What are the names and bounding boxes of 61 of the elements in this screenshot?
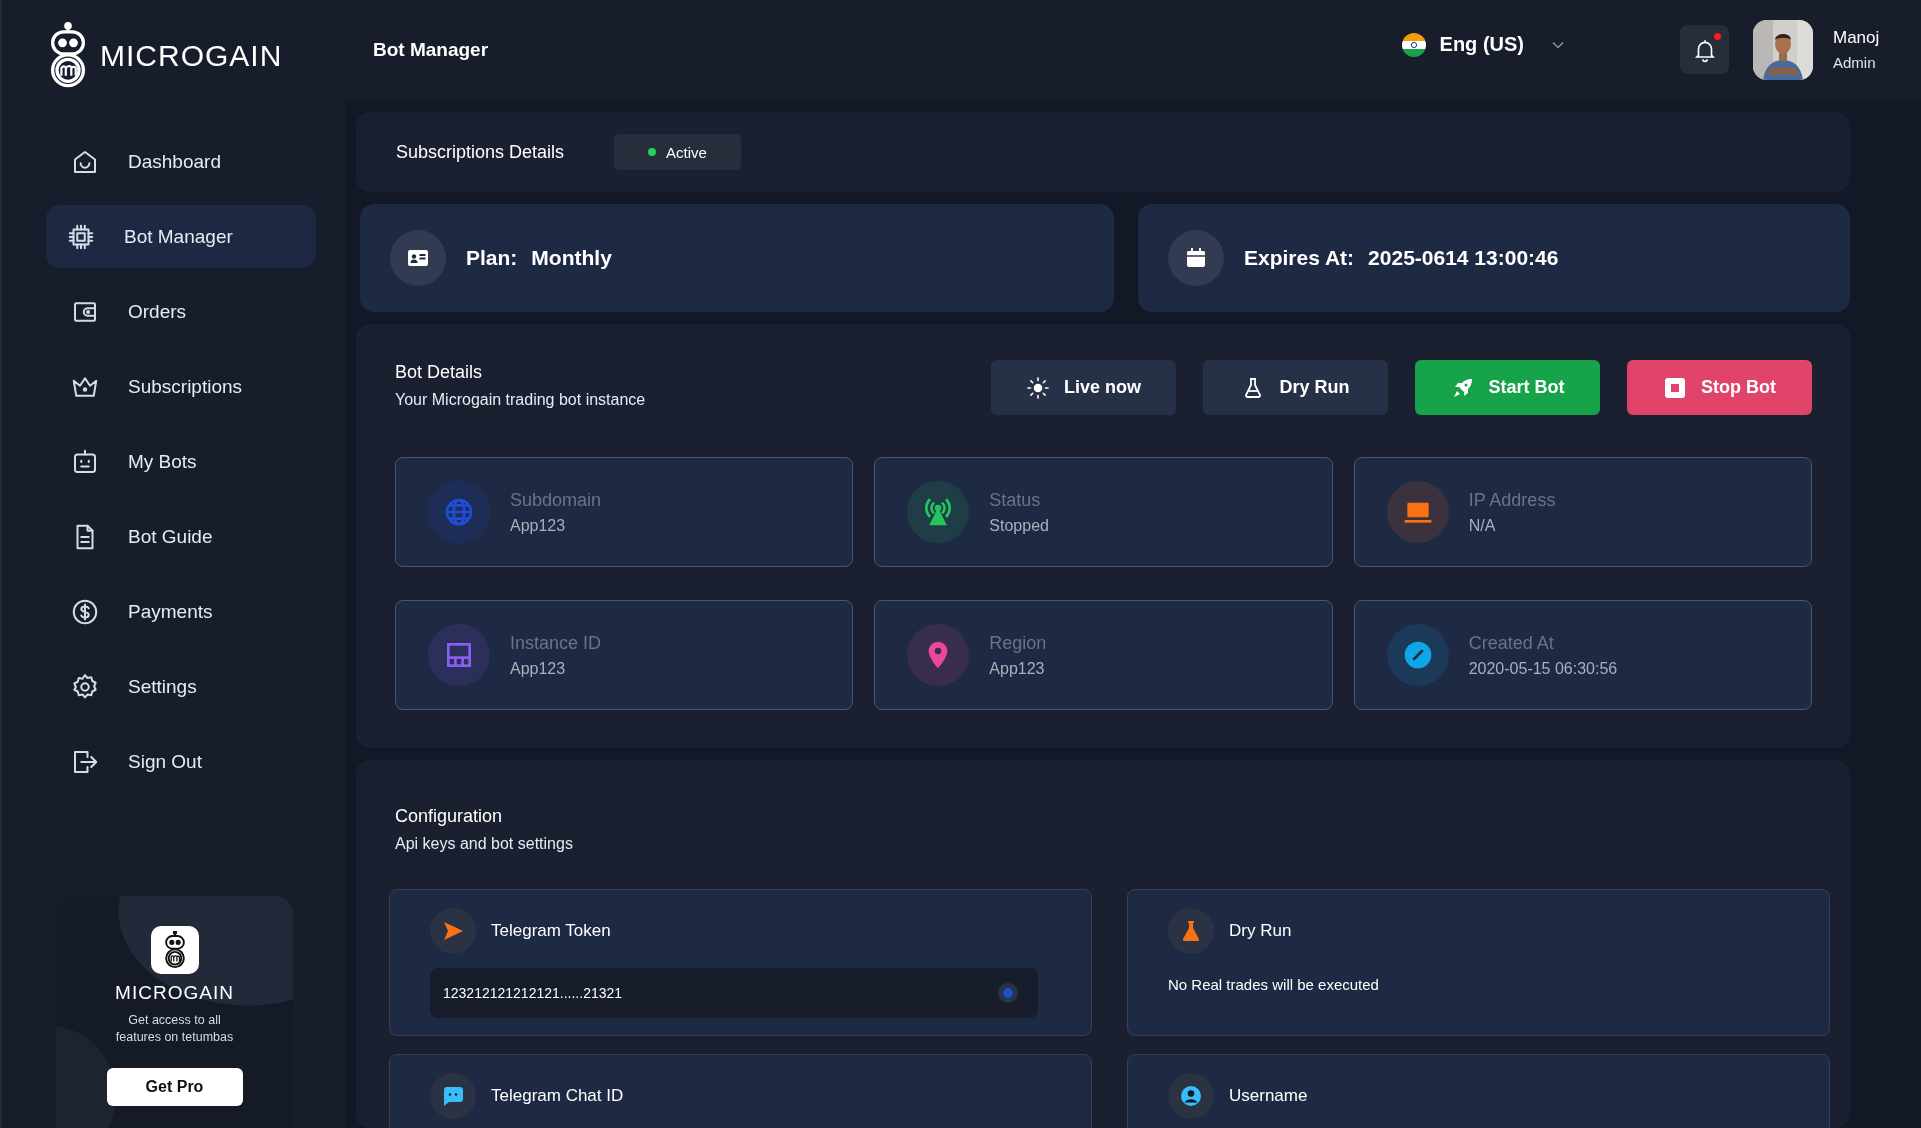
field-label: Status [989, 489, 1042, 511]
toggle-dot-icon [998, 983, 1018, 1003]
setting-title: Telegram Token [491, 921, 611, 941]
field-label: Created At [1468, 632, 1555, 654]
notification-button[interactable] [1680, 25, 1729, 74]
card-label: Expires At: [1244, 246, 1355, 270]
sidebar-item[interactable]: Bot Manager [46, 205, 316, 268]
chat-icon [430, 1073, 476, 1119]
stop-icon [1663, 375, 1687, 400]
setting-title: Telegram Chat ID [491, 1086, 624, 1106]
calendar-icon [1168, 230, 1224, 286]
field-value: Stopped [989, 516, 1049, 535]
sidebar-item[interactable]: Sign Out [46, 730, 316, 793]
sidebar-item[interactable]: My Bots [46, 430, 316, 493]
field-value: App123 [510, 516, 567, 535]
sidebar-item[interactable]: Settings [46, 655, 316, 718]
flask-icon [1168, 908, 1214, 954]
section-subtitle: Api keys and bot settings [395, 835, 574, 853]
setting-note: No Real trades will be executed [1168, 976, 1380, 993]
flag-icon [1401, 32, 1426, 57]
stop-bot-button[interactable]: Stop Bot [1627, 360, 1812, 415]
logo-text: MICROGAIN [100, 39, 283, 73]
field-label: IP Address [1468, 489, 1556, 511]
live-now-button[interactable]: Live now [991, 360, 1176, 415]
card-value: Monthly [531, 246, 612, 270]
sidebar-item[interactable]: Dashboard [46, 130, 316, 193]
user-role: Admin [1833, 54, 1877, 71]
get-pro-button[interactable]: Get Pro [106, 1067, 243, 1106]
field-label: Region [989, 632, 1047, 654]
language-selector[interactable]: Eng (US) [1395, 31, 1570, 58]
section-title: Configuration [395, 806, 504, 827]
field-label: Instance ID [510, 632, 602, 654]
field-value: App123 [510, 659, 567, 678]
sidebar-item[interactable]: Subscriptions [46, 355, 316, 418]
user-icon [1168, 1073, 1214, 1119]
sidebar-item[interactable]: Payments [46, 580, 316, 643]
section-title: Subscriptions Details [396, 141, 565, 163]
user-name: Manoj [1833, 28, 1880, 48]
sidebar-item[interactable]: Orders [46, 280, 316, 343]
promo-text: Get access to all features on tetumbas [114, 1012, 235, 1046]
page-title: Bot Manager [373, 38, 490, 61]
setting-title: Dry Run [1229, 921, 1292, 941]
field-value: App123 [989, 659, 1046, 678]
sun-icon [1026, 375, 1050, 400]
card-value: 2025-0614 13:00:46 [1368, 246, 1559, 270]
section-title: Bot Details [395, 362, 484, 383]
id-card-icon [390, 230, 446, 286]
token-field[interactable]: 123212121212121......21321 [430, 968, 1038, 1018]
chevron-down-icon [1552, 40, 1564, 49]
field-label: Subdomain [510, 489, 602, 511]
card-label: Plan: [466, 246, 518, 270]
field-value: N/A [1468, 516, 1497, 535]
setting-title: Username [1229, 1086, 1308, 1106]
status-label: Active [666, 143, 707, 161]
robot-logo-icon [150, 926, 199, 974]
sidebar-item[interactable]: Bot Guide [46, 505, 316, 568]
promo-brand: MICROGAIN [115, 982, 234, 1004]
dry-run-button[interactable]: Dry Run [1203, 360, 1388, 415]
send-icon [430, 908, 476, 954]
section-subtitle: Your Microgain trading bot instance [395, 391, 646, 409]
field-value: 2020-05-15 06:30:56 [1468, 659, 1618, 678]
